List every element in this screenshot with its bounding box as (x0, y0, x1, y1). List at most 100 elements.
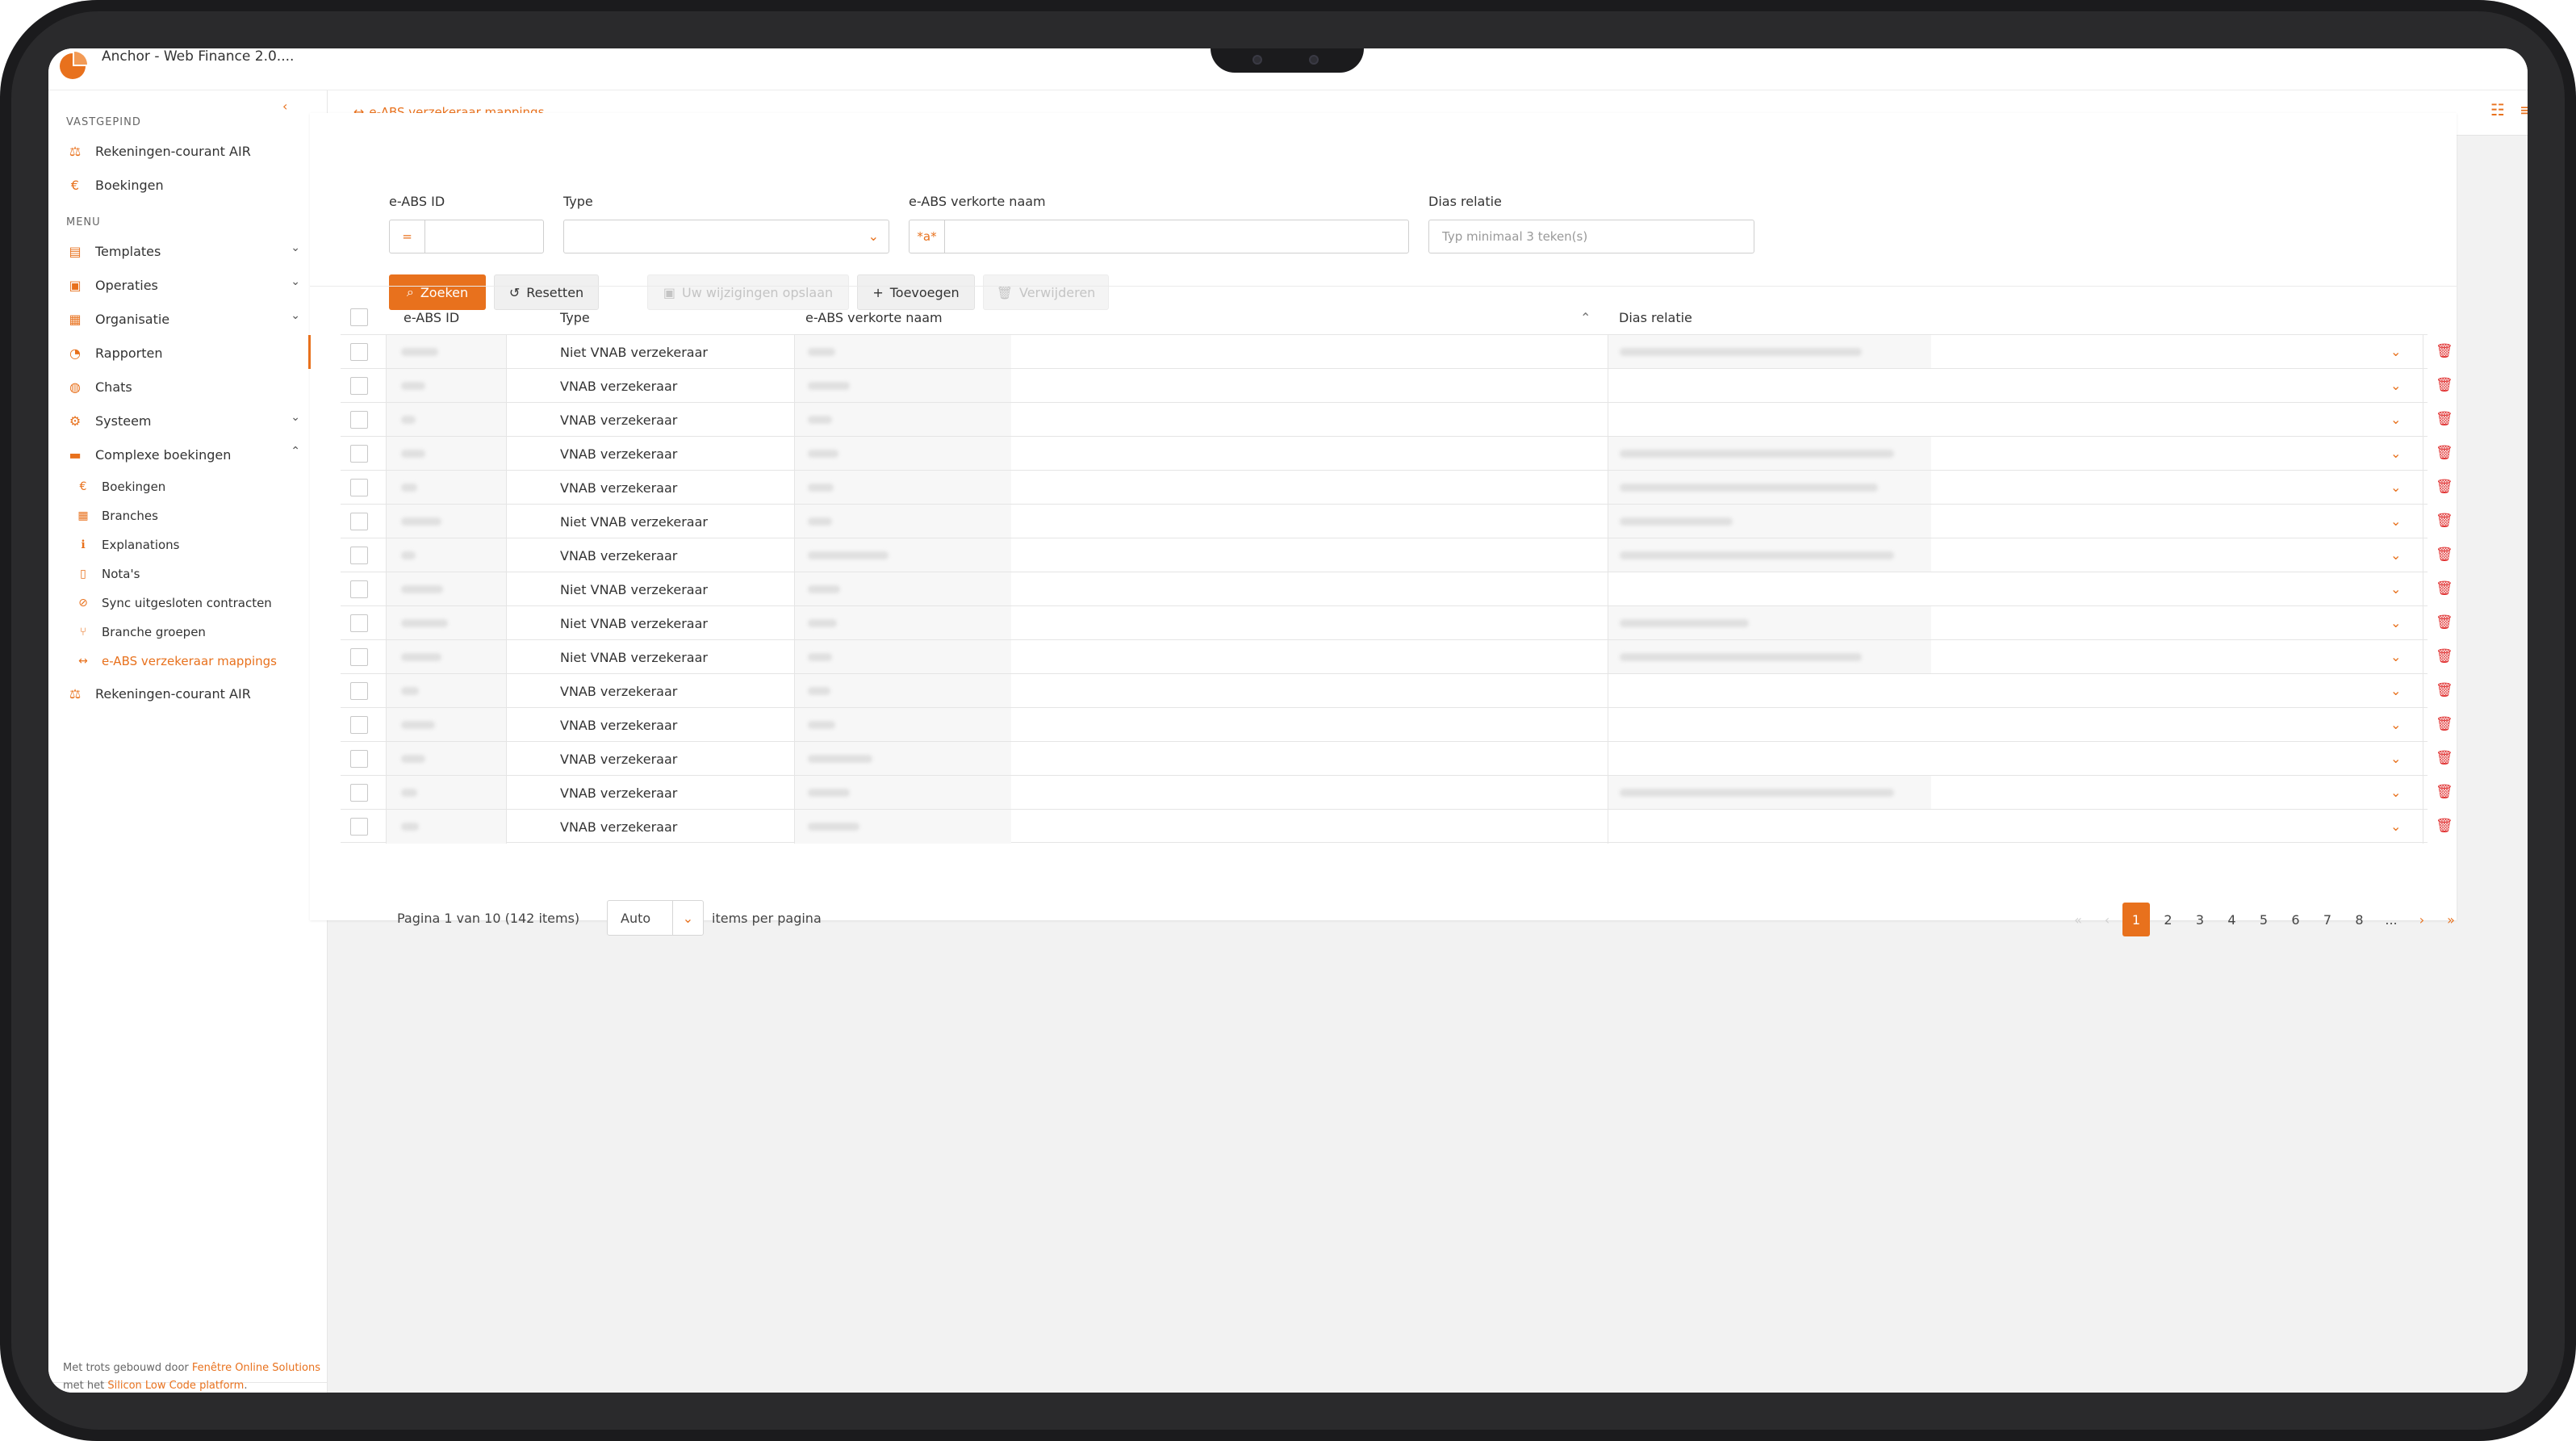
dias-relatie-cell[interactable] (1608, 776, 1931, 810)
trash-icon[interactable]: 🗑 (2436, 343, 2453, 359)
dias-relatie-cell[interactable] (1608, 742, 1931, 776)
page-size-select[interactable]: Auto ⌄ (607, 900, 704, 936)
sidebar-subitem-boekingen[interactable]: € Boekingen (74, 475, 316, 499)
eabs-id-filter[interactable]: = (389, 220, 544, 253)
row-checkbox[interactable] (350, 708, 368, 742)
table-row[interactable]: Niet VNAB verzekeraar ⌄ 🗑 (341, 639, 2453, 674)
row-checkbox[interactable] (350, 369, 368, 403)
sort-ascending-icon[interactable]: ⌃ (1580, 310, 1591, 325)
type-cell[interactable]: VNAB verzekeraar (560, 810, 677, 844)
chevron-down-icon[interactable]: ⌄ (2390, 412, 2401, 427)
dias-relatie-cell[interactable] (1608, 572, 1931, 606)
type-cell[interactable]: VNAB verzekeraar (560, 742, 677, 776)
short-name-cell[interactable] (795, 810, 1011, 844)
column-header-short-name[interactable]: e-ABS verkorte naam (805, 310, 943, 325)
trash-icon[interactable]: 🗑 (2436, 682, 2453, 698)
type-cell[interactable]: VNAB verzekeraar (560, 674, 677, 708)
table-row[interactable]: VNAB verzekeraar ⌄ 🗑 (341, 470, 2453, 505)
chevron-down-icon[interactable]: ⌄ (2390, 751, 2401, 766)
operator-button[interactable]: *a* (910, 220, 945, 253)
dias-relatie-cell[interactable] (1608, 369, 1931, 403)
row-checkbox[interactable] (350, 505, 368, 538)
table-row[interactable]: VNAB verzekeraar ⌄ 🗑 (341, 436, 2453, 471)
chevron-down-icon[interactable]: ⌄ (2390, 446, 2401, 461)
type-cell[interactable]: Niet VNAB verzekeraar (560, 335, 708, 369)
menu-icon[interactable]: ≡ (2520, 100, 2528, 119)
dias-relatie-cell[interactable] (1608, 640, 1931, 674)
sidebar-item-chats[interactable]: ◍ Chats (65, 373, 315, 400)
sidebar-subitem-explanations[interactable]: ℹ Explanations (74, 533, 316, 557)
row-checkbox[interactable] (350, 437, 368, 471)
page-button[interactable]: 4 (2218, 903, 2246, 936)
trash-icon[interactable]: 🗑 (2436, 784, 2453, 800)
dias-relatie-cell[interactable] (1608, 437, 1931, 471)
type-cell[interactable]: VNAB verzekeraar (560, 471, 677, 505)
chevron-down-icon[interactable]: ⌄ (2390, 480, 2401, 495)
trash-icon[interactable]: 🗑 (2436, 445, 2453, 461)
short-name-cell[interactable] (795, 674, 1011, 708)
page-button[interactable]: 5 (2250, 903, 2277, 936)
sidebar-item-organisatie[interactable]: ▦ Organisatie ⌄ (65, 305, 315, 333)
short-name-cell[interactable] (795, 505, 1011, 538)
trash-icon[interactable]: 🗑 (2436, 750, 2453, 766)
table-row[interactable]: Niet VNAB verzekeraar ⌄ 🗑 (341, 572, 2453, 606)
trash-icon[interactable]: 🗑 (2436, 580, 2453, 597)
type-cell[interactable]: Niet VNAB verzekeraar (560, 606, 708, 640)
short-name-cell[interactable] (795, 471, 1011, 505)
page-button[interactable]: 7 (2314, 903, 2341, 936)
next-page-icon[interactable]: › (2408, 903, 2436, 936)
dias-relatie-cell[interactable] (1608, 606, 1931, 640)
dias-relatie-cell[interactable] (1608, 810, 1931, 844)
short-name-cell[interactable] (795, 742, 1011, 776)
dias-relatie-cell[interactable] (1608, 335, 1931, 369)
row-checkbox[interactable] (350, 572, 368, 606)
short-name-cell[interactable] (795, 572, 1011, 606)
chevron-down-icon[interactable]: ⌄ (2390, 513, 2401, 529)
table-row[interactable]: VNAB verzekeraar ⌄ 🗑 (341, 741, 2453, 776)
page-button[interactable]: 2 (2155, 903, 2182, 936)
sidebar-item-systeem[interactable]: ⚙ Systeem ⌄ (65, 407, 315, 434)
row-checkbox[interactable] (350, 335, 368, 369)
short-name-cell[interactable] (795, 708, 1011, 742)
row-checkbox[interactable] (350, 403, 368, 437)
trash-icon[interactable]: 🗑 (2436, 716, 2453, 732)
short-name-cell[interactable] (795, 335, 1011, 369)
table-row[interactable]: Niet VNAB verzekeraar ⌄ 🗑 (341, 504, 2453, 538)
row-checkbox[interactable] (350, 810, 368, 844)
type-cell[interactable]: VNAB verzekeraar (560, 437, 677, 471)
chevron-down-icon[interactable]: ⌄ (2390, 344, 2401, 359)
chevron-down-icon[interactable]: ⌄ (2390, 581, 2401, 597)
sidebar-item-operaties[interactable]: ▣ Operaties ⌄ (65, 271, 315, 299)
trash-icon[interactable]: 🗑 (2436, 479, 2453, 495)
chevron-down-icon[interactable]: ⌄ (2390, 649, 2401, 664)
pinned-item-rekeningen-courant[interactable]: ⚖ Rekeningen-courant AIR (65, 137, 315, 165)
trash-icon[interactable]: 🗑 (2436, 513, 2453, 529)
table-row[interactable]: VNAB verzekeraar ⌄ 🗑 (341, 538, 2453, 572)
short-name-cell[interactable] (795, 437, 1011, 471)
chevron-down-icon[interactable]: ⌄ (2390, 683, 2401, 698)
short-name-cell[interactable] (795, 776, 1011, 810)
chevron-down-icon[interactable]: ⌄ (2390, 615, 2401, 630)
type-cell[interactable]: VNAB verzekeraar (560, 369, 677, 403)
type-cell[interactable]: VNAB verzekeraar (560, 538, 677, 572)
sidebar-item-templates[interactable]: ▤ Templates ⌄ (65, 237, 315, 265)
dias-relatie-cell[interactable] (1608, 505, 1931, 538)
column-header-eabs-id[interactable]: e-ABS ID (404, 310, 459, 325)
page-button[interactable]: 8 (2346, 903, 2373, 936)
table-row[interactable]: Niet VNAB verzekeraar ⌄ 🗑 (341, 605, 2453, 640)
footer-platform-link[interactable]: Silicon Low Code platform (107, 1380, 244, 1392)
row-checkbox[interactable] (350, 471, 368, 505)
row-checkbox[interactable] (350, 640, 368, 674)
table-row[interactable]: VNAB verzekeraar ⌄ 🗑 (341, 402, 2453, 437)
page-button[interactable]: 1 (2122, 903, 2150, 936)
select-all-checkbox[interactable] (350, 308, 368, 329)
sidebar-item-complexe-boekingen[interactable]: ▬ Complexe boekingen ⌃ (65, 441, 315, 468)
short-name-cell[interactable] (795, 640, 1011, 674)
sidebar-item-rekeningen-courant[interactable]: ⚖ Rekeningen-courant AIR (65, 680, 315, 707)
type-cell[interactable]: VNAB verzekeraar (560, 708, 677, 742)
sidebar-subitem-eabs-mappings[interactable]: ↔ e-ABS verzekeraar mappings (74, 649, 316, 673)
trash-icon[interactable]: 🗑 (2436, 377, 2453, 393)
row-checkbox[interactable] (350, 742, 368, 776)
chevron-left-icon[interactable]: ‹ (282, 98, 287, 114)
short-name-cell[interactable] (795, 369, 1011, 403)
